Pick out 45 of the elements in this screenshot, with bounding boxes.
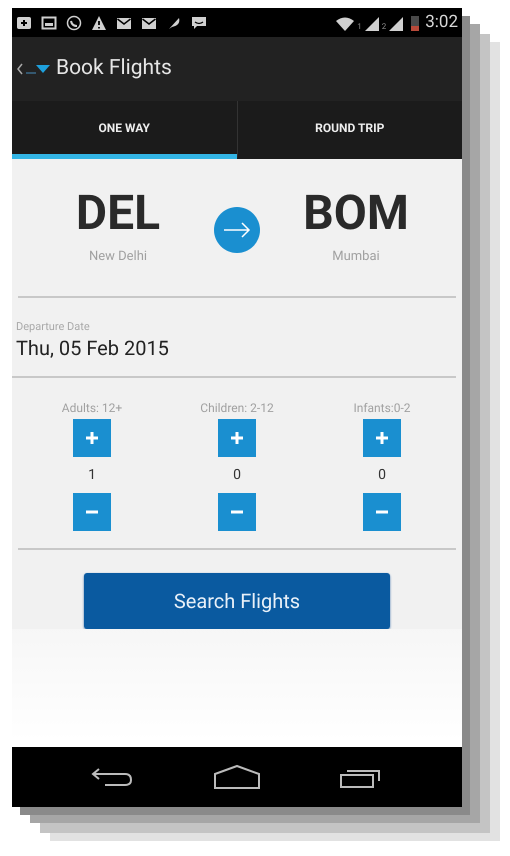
arrow-right-icon (223, 222, 251, 238)
date-value: Thu, 05 Feb 2015 (16, 335, 170, 362)
image-icon (41, 14, 57, 30)
home-icon[interactable] (213, 764, 261, 790)
clock-time: 3:02 (425, 14, 458, 31)
screen-title: Book Flights (56, 55, 172, 82)
chat-icon (191, 14, 207, 30)
minus-icon (375, 510, 389, 514)
sim-label: 2 (382, 23, 386, 31)
plus-icon (16, 14, 32, 30)
plus-icon (375, 431, 389, 445)
departure-date-field[interactable]: Departure Date Thu, 05 Feb 2015 (12, 298, 456, 378)
battery-icon (411, 15, 420, 31)
passenger-type-label: Adults: 12+ (62, 400, 122, 416)
passenger-count: 0 (378, 466, 386, 485)
minus-icon (85, 510, 99, 514)
wifi-icon (336, 17, 354, 31)
back-chevron-icon (16, 63, 24, 75)
back-button[interactable] (16, 62, 52, 76)
warning-icon (91, 14, 107, 30)
destination-city: Mumbai (332, 248, 380, 266)
increment-button[interactable] (73, 419, 111, 457)
sim-label: 1 (357, 23, 362, 31)
origin-code: DEL (76, 185, 160, 241)
search-flights-button[interactable]: Search Flights (84, 573, 390, 629)
signal-icon (364, 17, 379, 31)
passenger-type-label: Children: 2-12 (200, 400, 274, 416)
swap-direction-button[interactable] (214, 207, 260, 253)
plus-icon (230, 431, 244, 445)
decrement-button[interactable] (218, 493, 256, 531)
passenger-count: 0 (233, 466, 241, 485)
decrement-button[interactable] (73, 493, 111, 531)
destination-code: BOM (303, 185, 409, 241)
increment-button[interactable] (218, 419, 256, 457)
passenger-count: 1 (88, 466, 96, 485)
passenger-type-label: Infants:0-2 (353, 400, 411, 416)
phone-circle-icon (66, 14, 82, 30)
plus-icon (85, 431, 99, 445)
increment-button[interactable] (363, 419, 401, 457)
plane-logo-icon (26, 62, 52, 76)
origin-city: New Delhi (88, 248, 148, 266)
decrement-button[interactable] (363, 493, 401, 531)
signal-icon (389, 17, 404, 31)
field-label: Departure Date (16, 320, 91, 334)
minus-icon (230, 510, 244, 514)
